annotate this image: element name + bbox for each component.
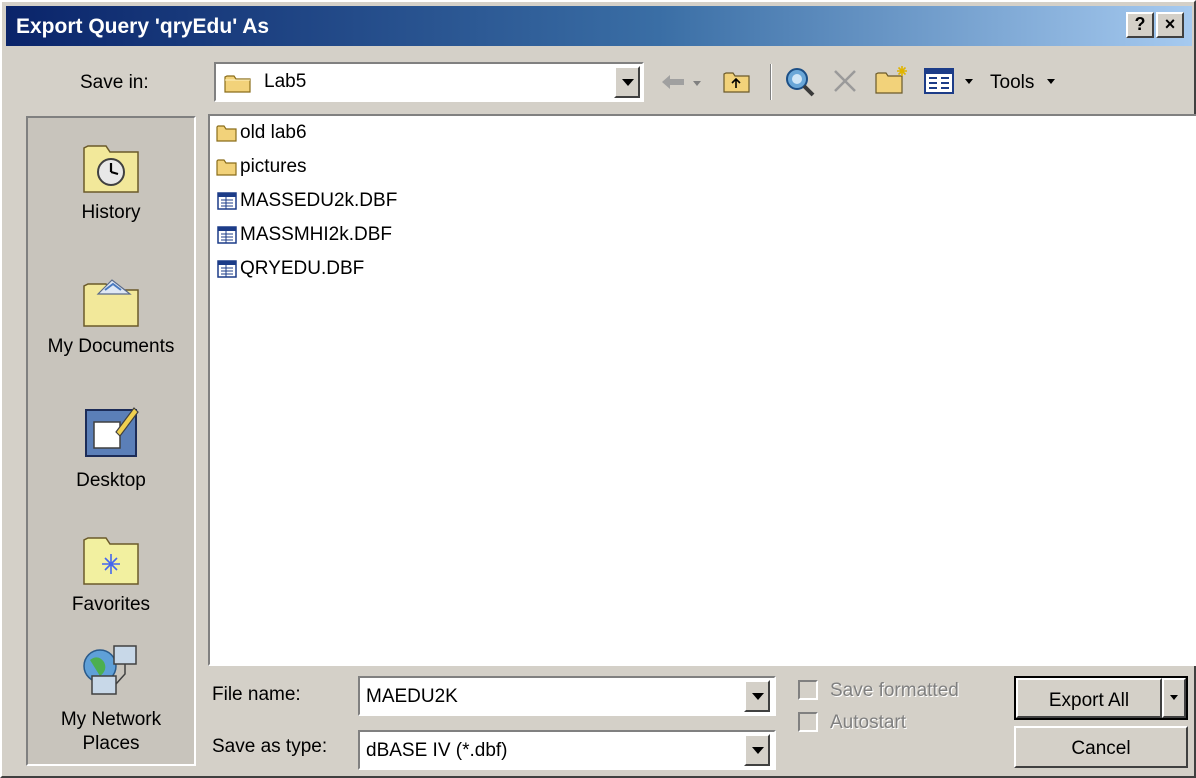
- folder-icon: [216, 159, 237, 176]
- history-icon: [83, 145, 139, 193]
- file-name: old lab6: [240, 122, 307, 143]
- file-name-dropdown-button[interactable]: [744, 680, 770, 712]
- file-name: MASSEDU2k.DBF: [240, 190, 398, 211]
- place-label: My Documents: [47, 336, 175, 357]
- close-button[interactable]: ×: [1156, 12, 1184, 38]
- save-as-type-dropdown[interactable]: dBASE IV (*.dbf): [358, 730, 776, 770]
- save-as-type-label: Save as type:: [212, 736, 328, 757]
- up-one-level-icon[interactable]: [722, 68, 752, 96]
- favorites-icon: [83, 537, 139, 585]
- views-icon[interactable]: [924, 68, 954, 94]
- delete-icon[interactable]: [832, 68, 858, 94]
- network-places-icon: [83, 645, 137, 695]
- place-label: History: [81, 202, 141, 223]
- cancel-button[interactable]: Cancel: [1014, 726, 1188, 768]
- file-name-field[interactable]: MAEDU2K: [358, 676, 776, 716]
- folder-icon: [216, 125, 237, 142]
- table-file-icon: [217, 226, 237, 244]
- export-dialog: Export Query 'qryEdu' As ? × Save in: La…: [0, 0, 1196, 778]
- list-item[interactable]: MASSEDU2k.DBF: [216, 186, 397, 216]
- place-my-network-places[interactable]: My Network Places: [28, 640, 194, 756]
- file-list[interactable]: old lab6 pictures MASSEDU2k.DBF MASSMHI2…: [208, 114, 1196, 666]
- export-all-main[interactable]: Export All: [1016, 678, 1162, 718]
- tools-menu[interactable]: Tools: [990, 72, 1034, 94]
- place-desktop[interactable]: Desktop: [28, 402, 194, 492]
- file-name: pictures: [240, 156, 307, 177]
- autostart-label: Autostart: [830, 712, 907, 733]
- search-web-icon[interactable]: [784, 66, 816, 98]
- title-bar: Export Query 'qryEdu' As ? ×: [6, 6, 1192, 46]
- autostart-checkbox[interactable]: [798, 712, 818, 732]
- places-bar: History My Documents Desktop Favorites M…: [26, 116, 196, 766]
- window-title: Export Query 'qryEdu' As: [16, 15, 270, 38]
- list-item[interactable]: QRYEDU.DBF: [216, 254, 364, 284]
- folder-icon: [224, 75, 251, 93]
- table-file-icon: [217, 192, 237, 210]
- save-in-value: Lab5: [264, 71, 307, 92]
- chevron-down-icon: [1170, 695, 1178, 700]
- place-history[interactable]: History: [28, 138, 194, 224]
- save-in-dropdown-button[interactable]: [614, 66, 640, 98]
- my-documents-icon: [83, 279, 139, 327]
- table-file-icon: [217, 260, 237, 278]
- help-button[interactable]: ?: [1126, 12, 1154, 38]
- export-all-button[interactable]: Export All: [1014, 676, 1188, 720]
- file-name-label: File name:: [212, 684, 301, 705]
- save-in-dropdown[interactable]: Lab5: [214, 62, 644, 102]
- list-item[interactable]: pictures: [216, 152, 307, 182]
- cancel-label: Cancel: [1071, 738, 1131, 759]
- place-my-documents[interactable]: My Documents: [28, 272, 194, 358]
- list-item[interactable]: MASSMHI2k.DBF: [216, 220, 392, 250]
- place-label: My Network Places: [60, 709, 162, 754]
- desktop-icon: [85, 407, 139, 457]
- toolbar-separator: [770, 64, 772, 100]
- views-dropdown-icon[interactable]: [964, 78, 974, 86]
- export-all-label: Export All: [1048, 690, 1130, 711]
- save-as-type-dropdown-button[interactable]: [744, 734, 770, 766]
- list-item[interactable]: old lab6: [216, 118, 307, 148]
- place-label: Favorites: [71, 594, 151, 615]
- file-name-value: MAEDU2K: [366, 686, 458, 707]
- back-dropdown-icon[interactable]: [692, 80, 702, 88]
- new-folder-icon[interactable]: [874, 64, 910, 96]
- place-label: Desktop: [76, 470, 146, 491]
- file-name: MASSMHI2k.DBF: [240, 224, 393, 245]
- tools-dropdown-icon[interactable]: [1046, 78, 1056, 86]
- back-arrow-icon[interactable]: [660, 72, 688, 92]
- place-favorites[interactable]: Favorites: [28, 530, 194, 616]
- save-in-label: Save in:: [80, 72, 149, 93]
- save-formatted-label: Save formatted: [830, 680, 959, 701]
- export-all-split-dropdown[interactable]: [1162, 678, 1186, 718]
- save-as-type-value: dBASE IV (*.dbf): [366, 740, 508, 761]
- save-formatted-checkbox[interactable]: [798, 680, 818, 700]
- file-name: QRYEDU.DBF: [240, 258, 365, 279]
